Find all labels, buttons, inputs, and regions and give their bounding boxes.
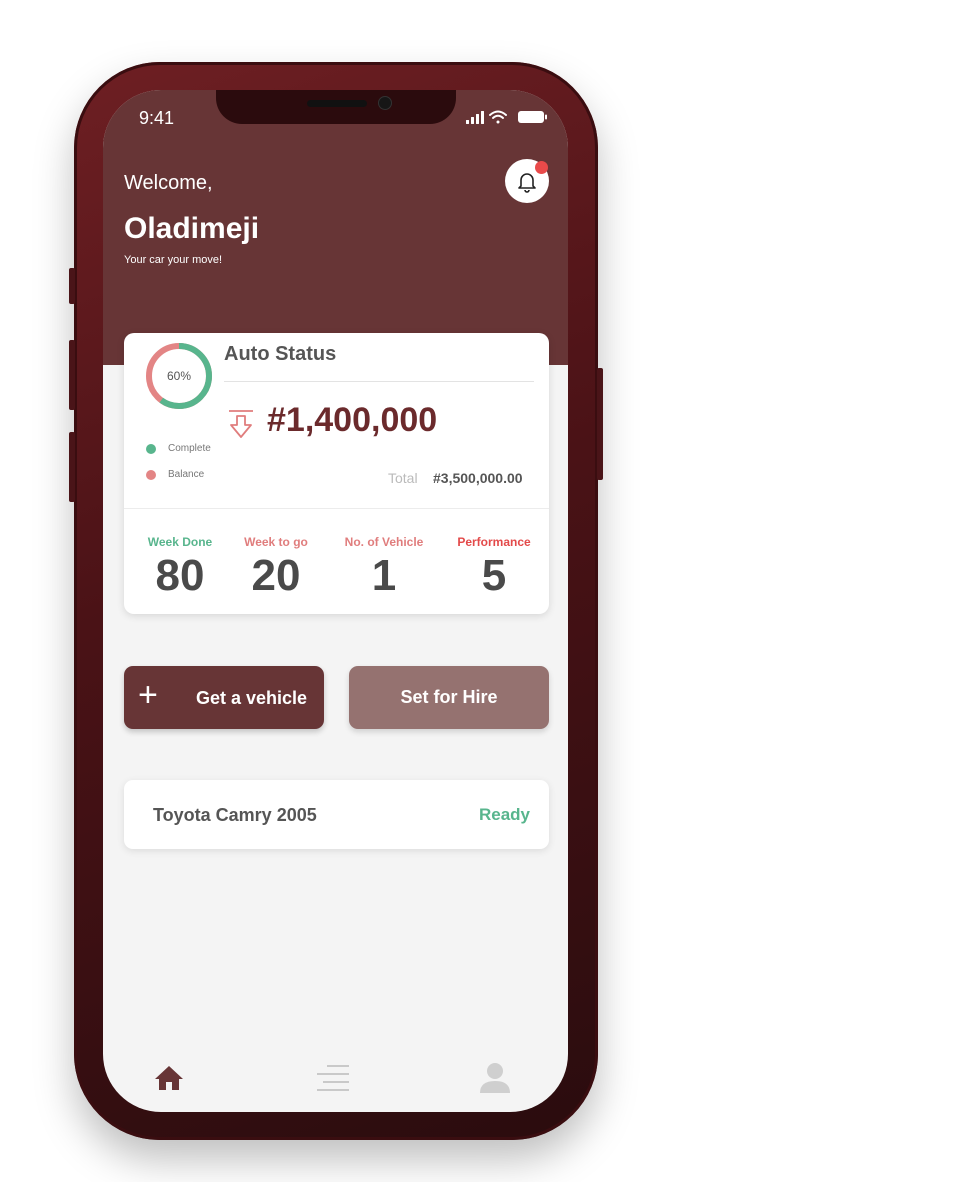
wifi-icon bbox=[489, 110, 507, 124]
stat-value: 5 bbox=[481, 551, 507, 600]
stat-value: 80 bbox=[155, 551, 205, 600]
total-value: #3,500,000.00 bbox=[433, 470, 523, 486]
signal-icon bbox=[466, 111, 484, 124]
welcome-text: Welcome, bbox=[124, 172, 213, 194]
auto-status-card: 60% Auto Status Complete Balance #1,400,… bbox=[124, 333, 549, 614]
arrow-down-icon bbox=[229, 410, 253, 438]
stat-label: Week Done bbox=[147, 535, 213, 549]
balance-amount: #1,400,000 bbox=[267, 401, 438, 439]
phone-screen: 9:41 Welcome, Oladimeji Your car your mo… bbox=[103, 90, 568, 1112]
stat-no-of-vehicle: No. of Vehicle 1 bbox=[334, 535, 434, 601]
card-title: Auto Status bbox=[224, 343, 337, 365]
battery-icon bbox=[518, 111, 547, 123]
stat-label: Performance bbox=[457, 535, 531, 549]
stat-week-to-go: Week to go 20 bbox=[226, 535, 326, 601]
front-camera bbox=[378, 96, 392, 110]
tab-profile[interactable] bbox=[475, 1058, 515, 1098]
legend-dot-balance bbox=[146, 469, 156, 480]
list-icon bbox=[317, 1065, 349, 1091]
side-button-volume-down bbox=[69, 432, 75, 502]
get-vehicle-label: Get a vehicle bbox=[196, 688, 308, 708]
progress-percent: 60% bbox=[166, 369, 192, 383]
side-button-volume-up bbox=[69, 340, 75, 410]
status-icons bbox=[466, 110, 547, 124]
side-button-silent bbox=[69, 268, 75, 304]
legend-dot-complete bbox=[146, 443, 156, 454]
divider bbox=[224, 381, 534, 382]
tagline: Your car your move! bbox=[124, 254, 223, 266]
profile-icon bbox=[480, 1063, 510, 1093]
legend-label: Balance bbox=[168, 469, 205, 480]
legend-balance: Balance bbox=[146, 469, 204, 480]
plus-icon: + bbox=[138, 676, 158, 714]
notification-badge bbox=[535, 161, 548, 174]
side-button-power bbox=[597, 368, 603, 480]
stat-label: No. of Vehicle bbox=[344, 535, 424, 549]
home-icon bbox=[155, 1066, 183, 1090]
divider bbox=[124, 508, 549, 509]
set-for-hire-label: Set for Hire bbox=[400, 687, 498, 707]
tab-list[interactable] bbox=[313, 1058, 353, 1098]
stat-performance: Performance 5 bbox=[444, 535, 544, 601]
legend-complete: Complete bbox=[146, 443, 211, 454]
stat-label: Week to go bbox=[244, 535, 308, 549]
get-vehicle-button[interactable]: + Get a vehicle bbox=[124, 666, 324, 729]
set-for-hire-button[interactable]: Set for Hire bbox=[349, 666, 549, 729]
stat-week-done: Week Done 80 bbox=[130, 535, 230, 601]
vehicle-status: Ready bbox=[478, 805, 530, 824]
tab-home[interactable] bbox=[149, 1058, 189, 1098]
vehicle-name: Toyota Camry 2005 bbox=[153, 805, 317, 825]
notch bbox=[216, 90, 456, 124]
vehicle-list-item[interactable]: Toyota Camry 2005 Ready bbox=[124, 780, 549, 849]
status-time: 9:41 bbox=[139, 108, 175, 128]
stat-value: 1 bbox=[371, 551, 397, 600]
stat-value: 20 bbox=[251, 551, 301, 600]
bell-icon bbox=[518, 173, 536, 193]
total-label: Total bbox=[388, 470, 418, 486]
legend-label: Complete bbox=[168, 443, 211, 454]
speaker bbox=[307, 100, 367, 107]
user-name: Oladimeji bbox=[124, 212, 260, 245]
